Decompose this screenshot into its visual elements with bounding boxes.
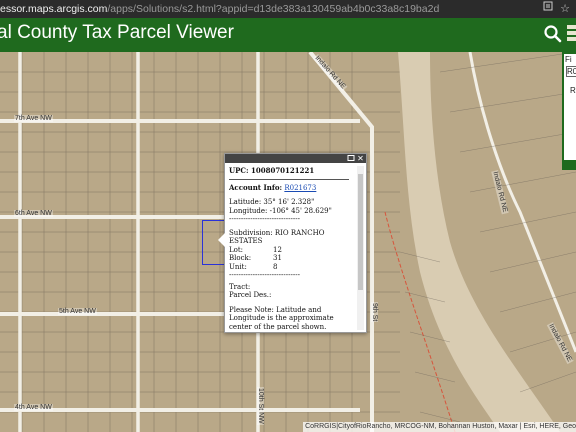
popup-pointer (218, 233, 225, 247)
street-label-6th: 6th Ave NW (14, 210, 53, 217)
popup-note: Please Note: Latitude and Longitude is t… (229, 305, 334, 331)
popup-dash-divider: ------------------------------ (229, 215, 300, 223)
popup-account: Account Info: R021673 (229, 182, 317, 192)
url-text[interactable]: essor.maps.arcgis.com/apps/Solutions/s2.… (0, 0, 439, 18)
street-label-5th: 5th Ave NW (58, 308, 97, 315)
street-label-7th: 7th Ave NW (14, 115, 53, 122)
maximize-icon[interactable] (346, 154, 355, 163)
street-label-9th: 9th St (371, 302, 378, 323)
street-label-10th: 10th St NW (257, 387, 264, 425)
map-attribution: CoRRGIS|CityofRioRancho, MRCOG-NM, Bohan… (303, 422, 576, 432)
side-panel: Fi R0 R (562, 52, 576, 170)
page-info-icon[interactable] (540, 0, 556, 18)
browser-address-bar[interactable]: essor.maps.arcgis.com/apps/Solutions/s2.… (0, 0, 576, 18)
popup-dash-divider-2: ------------------------------ (229, 271, 300, 279)
side-panel-label-r: R (570, 86, 576, 95)
popup-upc: UPC: 1008070121221 (229, 167, 315, 175)
favorite-star-icon[interactable]: ☆ (557, 0, 573, 18)
close-icon[interactable]: ✕ (356, 154, 365, 163)
side-panel-label: Fi (565, 55, 572, 64)
popup-header: ✕ (225, 154, 366, 163)
popup-block: Block: 31 (229, 254, 282, 262)
popup-scrollbar[interactable] (357, 166, 364, 330)
popup-content: UPC: 1008070121221 Account Info: R021673… (229, 167, 354, 330)
side-panel-body: Fi R0 R (564, 54, 576, 160)
popup-divider (229, 178, 349, 180)
popup-parcel-des: Parcel Des.: (229, 291, 272, 299)
popup-tract: Tract: (229, 282, 251, 291)
popup-subdivision: Subdivision: RIO RANCHO ESTATES (229, 228, 325, 246)
popup-latitude: Latitude: 35° 16' 2.328" (229, 198, 315, 206)
popup-lot: Lot: 12 (229, 245, 282, 254)
side-panel-input[interactable]: R0 (566, 66, 576, 77)
parcel-popup: ✕ UPC: 1008070121221 Account Info: R0216… (218, 153, 367, 333)
popup-longitude: Longitude: -106° 45' 28.629" (229, 206, 332, 215)
scrollbar-thumb[interactable] (358, 174, 363, 290)
popup-unit: Unit: 8 (229, 262, 278, 271)
layers-icon[interactable] (567, 25, 576, 43)
app-header: al County Tax Parcel Viewer (0, 18, 576, 52)
search-icon[interactable] (543, 24, 563, 44)
app-title: al County Tax Parcel Viewer (0, 22, 234, 43)
street-label-4th: 4th Ave NW (14, 404, 53, 411)
account-link[interactable]: R021673 (284, 184, 316, 192)
